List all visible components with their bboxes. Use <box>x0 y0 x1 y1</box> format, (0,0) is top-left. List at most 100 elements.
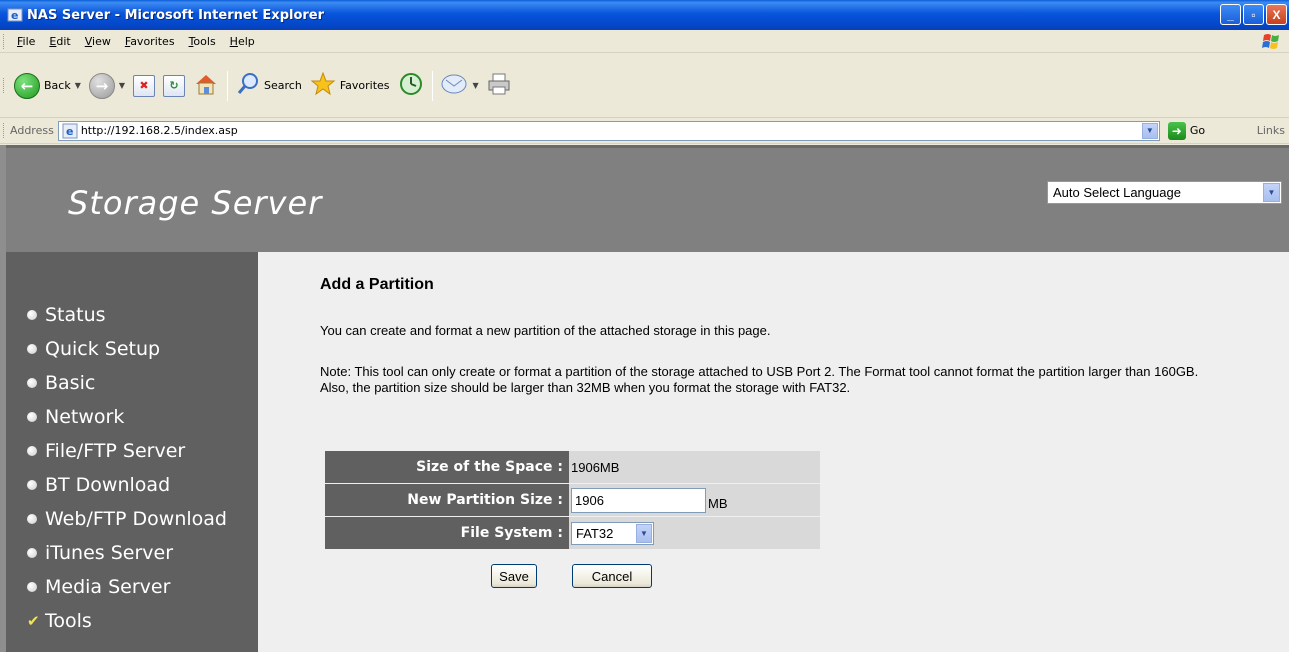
ie-app-icon: e <box>7 7 23 23</box>
bullet-icon <box>27 446 37 456</box>
links-toolbar[interactable]: Links <box>1257 124 1285 137</box>
go-arrow-icon: ➜ <box>1167 121 1186 140</box>
partition-size-cell: 1906 MB <box>569 484 820 516</box>
toolbar-separator <box>431 70 433 101</box>
bullet-icon <box>27 548 37 558</box>
stop-button[interactable]: ✖ <box>129 69 159 103</box>
restore-button[interactable]: ▫ <box>1243 4 1264 25</box>
save-button[interactable]: Save <box>491 564 537 588</box>
back-button[interactable]: ← Back ▼ <box>10 69 85 103</box>
sidebar-item-file-ftp-server[interactable]: File/FTP Server <box>6 434 258 468</box>
partition-size-input[interactable]: 1906 <box>571 487 706 513</box>
history-button[interactable] <box>394 69 428 103</box>
file-system-label: File System : <box>325 517 569 549</box>
menu-edit[interactable]: Edit <box>42 35 77 48</box>
favorites-star-icon <box>310 71 336 100</box>
bullet-icon <box>27 582 37 592</box>
file-system-select[interactable]: FAT32 ▼ <box>571 521 654 545</box>
page-header: Storage Server Auto Select Language ▼ <box>6 145 1289 252</box>
refresh-icon: ↻ <box>163 74 186 97</box>
address-dropdown-icon[interactable]: ▼ <box>1141 122 1158 139</box>
bullet-icon <box>27 378 37 388</box>
menu-view[interactable]: View <box>78 35 118 48</box>
sidebar-item-bt-download[interactable]: BT Download <box>6 468 258 502</box>
close-button[interactable]: X <box>1266 4 1287 25</box>
form-row-partition-size: New Partition Size : 1906 MB <box>325 484 820 516</box>
toolbar-grip <box>3 78 6 93</box>
sidebar-item-quick-setup[interactable]: Quick Setup <box>6 332 258 366</box>
svg-text:e: e <box>11 9 18 22</box>
main-content: Add a Partition You can create and forma… <box>258 252 1289 652</box>
sidebar-item-label: Web/FTP Download <box>45 508 227 530</box>
sidebar-item-web-ftp-download[interactable]: Web/FTP Download <box>6 502 258 536</box>
home-button[interactable] <box>189 69 223 103</box>
intro-text: You can create and format a new partitio… <box>320 323 771 338</box>
sidebar-nav: Status Quick Setup Basic Network File/FT… <box>6 252 258 652</box>
address-input[interactable]: e http://192.168.2.5/index.asp ▼ <box>57 120 1160 141</box>
brand-title: Storage Server <box>68 184 323 222</box>
menu-tools[interactable]: Tools <box>182 35 223 48</box>
window-title-bar: e NAS Server - Microsoft Internet Explor… <box>0 0 1289 30</box>
go-button[interactable]: ➜ Go <box>1167 121 1206 140</box>
go-label: Go <box>1189 124 1206 137</box>
address-label: Address <box>10 124 54 137</box>
address-grip <box>3 123 6 138</box>
print-button[interactable] <box>483 69 515 103</box>
checkmark-icon: ✔ <box>27 612 40 630</box>
mail-button[interactable]: ▼ <box>437 69 483 103</box>
minimize-button[interactable]: _ <box>1220 4 1241 25</box>
partition-size-unit: MB <box>708 495 728 511</box>
sidebar-item-basic[interactable]: Basic <box>6 366 258 400</box>
form-row-file-system: File System : FAT32 ▼ <box>325 517 820 549</box>
cancel-button[interactable]: Cancel <box>572 564 652 588</box>
favorites-label: Favorites <box>339 79 390 92</box>
bullet-icon <box>27 310 37 320</box>
sidebar-item-label: Quick Setup <box>45 338 161 360</box>
chevron-down-icon: ▼ <box>1263 183 1280 202</box>
menu-bar: File Edit View Favorites Tools Help <box>0 30 1289 53</box>
sidebar-item-label: Basic <box>45 372 96 394</box>
bullet-icon <box>27 412 37 422</box>
sidebar-item-label: Tools <box>45 610 92 632</box>
menu-file[interactable]: File <box>10 35 42 48</box>
toolbar-separator <box>227 70 229 101</box>
sidebar-item-status[interactable]: Status <box>6 298 258 332</box>
refresh-button[interactable]: ↻ <box>159 69 189 103</box>
forward-arrow-icon: → <box>88 72 115 99</box>
windows-flag-icon <box>1261 33 1283 50</box>
forward-dropdown-icon[interactable]: ▼ <box>119 81 125 90</box>
printer-icon <box>487 72 511 99</box>
window-controls: _ ▫ X <box>1220 4 1287 25</box>
forward-button[interactable]: → ▼ <box>85 69 129 103</box>
space-value: 1906MB <box>571 459 620 475</box>
bullet-icon <box>27 480 37 490</box>
mail-icon <box>441 72 469 99</box>
stop-icon: ✖ <box>133 74 156 97</box>
search-button[interactable]: Search <box>232 69 306 103</box>
file-system-cell: FAT32 ▼ <box>569 517 820 549</box>
favorites-button[interactable]: Favorites <box>306 69 394 103</box>
note-text: Note: This tool can only create or forma… <box>320 364 1199 395</box>
page-title: Add a Partition <box>320 276 434 293</box>
language-value: Auto Select Language <box>1053 185 1181 200</box>
sidebar-item-media-server[interactable]: Media Server <box>6 570 258 604</box>
sidebar-item-label: Media Server <box>45 576 171 598</box>
address-url: http://192.168.2.5/index.asp <box>80 124 238 137</box>
menu-favorites[interactable]: Favorites <box>118 35 182 48</box>
back-label: Back <box>44 79 71 92</box>
sidebar-item-label: Network <box>45 406 125 428</box>
mail-dropdown-icon[interactable]: ▼ <box>473 81 479 90</box>
menu-help[interactable]: Help <box>223 35 262 48</box>
window-title: NAS Server - Microsoft Internet Explorer <box>27 7 325 23</box>
sidebar-item-network[interactable]: Network <box>6 400 258 434</box>
sidebar-item-label: File/FTP Server <box>45 440 186 462</box>
sidebar-item-itunes-server[interactable]: iTunes Server <box>6 536 258 570</box>
svg-text:e: e <box>66 125 73 138</box>
menu-grip <box>3 33 6 49</box>
form-row-space: Size of the Space : 1906MB <box>325 451 820 483</box>
language-select[interactable]: Auto Select Language ▼ <box>1047 181 1282 204</box>
sidebar-item-tools[interactable]: ✔ Tools <box>6 604 258 638</box>
standard-toolbar: ← Back ▼ → ▼ ✖ ↻ Search Favorites ▼ <box>0 54 1289 118</box>
back-dropdown-icon[interactable]: ▼ <box>75 81 81 90</box>
page-icon: e <box>62 123 78 139</box>
